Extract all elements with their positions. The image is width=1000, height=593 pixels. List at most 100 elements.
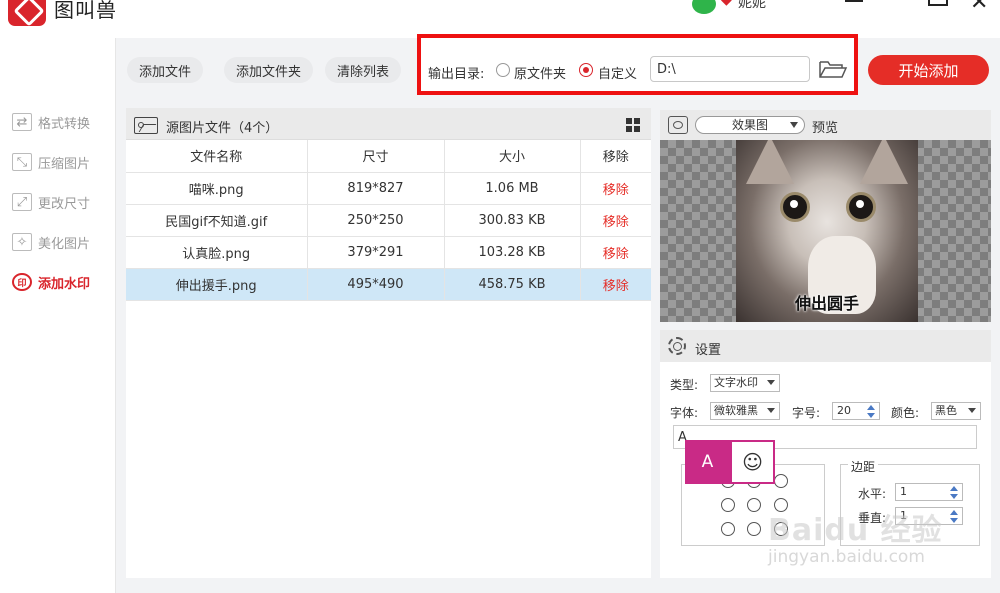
stepper-up-icon[interactable] xyxy=(867,405,875,410)
preview-header: 效果图 预览 xyxy=(660,110,991,140)
chevron-down-icon xyxy=(767,408,775,413)
font-value: 微软雅黑 xyxy=(714,404,758,417)
position-bottom-left[interactable] xyxy=(721,522,735,536)
horizontal-margin-label: 水平: xyxy=(858,487,887,501)
image-icon xyxy=(134,117,158,134)
gear-icon xyxy=(668,337,686,355)
swap-icon: ⇄ xyxy=(12,113,32,131)
text-mode-button[interactable]: A xyxy=(685,440,730,484)
color-select[interactable]: 黑色 xyxy=(931,402,981,420)
user-name[interactable]: 妮妮 xyxy=(738,0,766,12)
font-select[interactable]: 微软雅黑 xyxy=(710,402,780,420)
cat-ear xyxy=(860,140,908,184)
type-select[interactable]: 文字水印 xyxy=(710,374,780,392)
remove-button[interactable]: 移除 xyxy=(580,268,651,301)
type-label: 类型: xyxy=(670,378,699,392)
beautify-icon: ✧ xyxy=(12,233,32,251)
horizontal-margin-stepper[interactable]: 1 xyxy=(895,483,963,501)
text-emoji-picker: A ☺ xyxy=(685,440,775,484)
file-dimensions: 379*291 xyxy=(307,236,445,269)
table-row[interactable]: 喵咪.png 819*827 1.06 MB 移除 xyxy=(126,172,651,205)
sidebar-item-add-watermark[interactable]: 印 添加水印 xyxy=(12,271,90,293)
sidebar-item-resize[interactable]: ⤢ 更改尺寸 xyxy=(12,191,90,213)
file-dimensions: 819*827 xyxy=(307,172,445,205)
file-table: 文件名称 尺寸 大小 移除 喵咪.png 819*827 1.06 MB 移除 … xyxy=(126,140,651,301)
column-header-remove: 移除 xyxy=(580,140,651,173)
file-size: 1.06 MB xyxy=(444,172,581,205)
user-avatar[interactable] xyxy=(692,0,716,14)
chevron-down-icon xyxy=(790,122,798,128)
table-header-row: 文件名称 尺寸 大小 移除 xyxy=(126,140,651,173)
sidebar-item-compress[interactable]: ⤡ 压缩图片 xyxy=(12,151,90,173)
table-row[interactable]: 民国gif不知道.gif 250*250 300.83 KB 移除 xyxy=(126,204,651,237)
font-label: 字体: xyxy=(670,406,699,420)
table-row[interactable]: 认真脸.png 379*291 103.28 KB 移除 xyxy=(126,236,651,269)
remove-button[interactable]: 移除 xyxy=(580,204,651,237)
column-header-size[interactable]: 大小 xyxy=(444,140,581,173)
stepper-down-icon[interactable] xyxy=(950,494,958,499)
color-label: 颜色: xyxy=(891,406,920,420)
preview-panel: 效果图 预览 伸出圆手 xyxy=(660,110,991,322)
settings-header: 设置 xyxy=(660,330,991,362)
compress-icon: ⤡ xyxy=(12,153,32,171)
resize-icon: ⤢ xyxy=(12,193,32,211)
position-top-right[interactable] xyxy=(774,474,788,488)
position-middle-left[interactable] xyxy=(721,498,735,512)
font-size-stepper[interactable]: 20 xyxy=(832,402,880,420)
sidebar-item-format-convert[interactable]: ⇄ 格式转换 xyxy=(12,111,90,133)
remove-button[interactable]: 移除 xyxy=(580,236,651,269)
file-list-header: 源图片文件（4个） xyxy=(126,108,651,140)
file-dimensions: 250*250 xyxy=(307,204,445,237)
transparent-background: 伸出圆手 xyxy=(660,140,991,322)
stepper-down-icon[interactable] xyxy=(867,413,875,418)
file-name: 民国gif不知道.gif xyxy=(126,204,308,237)
radio-custom-folder-label[interactable]: 自定义 xyxy=(598,63,637,82)
file-size: 458.75 KB xyxy=(444,268,581,301)
stamp-icon: 印 xyxy=(12,273,32,291)
remove-button[interactable]: 移除 xyxy=(580,172,651,205)
output-directory-label: 输出目录: xyxy=(428,67,485,82)
output-path-input[interactable] xyxy=(650,56,810,82)
title-bar: 图叫兽 ◆ 妮妮 ✕ xyxy=(0,0,1000,38)
vip-diamond-icon: ◆ xyxy=(721,0,732,8)
eye-icon xyxy=(668,116,688,134)
stepper-up-icon[interactable] xyxy=(950,486,958,491)
sidebar-item-beautify[interactable]: ✧ 美化图片 xyxy=(12,231,90,253)
grid-view-icon[interactable] xyxy=(626,118,640,132)
settings-title: 设置 xyxy=(695,343,722,358)
color-value: 黑色 xyxy=(935,404,957,417)
maximize-icon[interactable] xyxy=(928,0,948,6)
radio-source-folder-label[interactable]: 原文件夹 xyxy=(514,63,566,82)
position-center[interactable] xyxy=(747,498,761,512)
font-size-label: 字号: xyxy=(792,406,821,420)
margin-title: 边距 xyxy=(848,458,879,475)
position-bottom-center[interactable] xyxy=(747,522,761,536)
radio-source-folder[interactable] xyxy=(496,63,510,77)
preview-label: 预览 xyxy=(812,121,839,136)
stepper-down-icon[interactable] xyxy=(950,518,958,523)
horizontal-margin-value: 1 xyxy=(900,485,907,498)
add-file-button[interactable]: 添加文件 xyxy=(127,57,204,83)
preview-mode-select[interactable]: 效果图 xyxy=(695,116,805,134)
chevron-down-icon xyxy=(968,408,976,413)
sidebar-item-label: 添加水印 xyxy=(38,276,91,292)
column-header-name[interactable]: 文件名称 xyxy=(126,140,308,173)
clear-list-button[interactable]: 清除列表 xyxy=(325,57,402,83)
file-name: 认真脸.png xyxy=(126,236,308,269)
preview-mode-value: 效果图 xyxy=(732,118,769,132)
table-row-selected[interactable]: 伸出援手.png 495*490 458.75 KB 移除 xyxy=(126,268,651,301)
radio-custom-folder[interactable] xyxy=(579,63,593,77)
close-icon[interactable]: ✕ xyxy=(970,0,988,15)
start-add-button[interactable]: 开始添加 xyxy=(868,55,989,85)
file-list-panel: 源图片文件（4个） 文件名称 尺寸 大小 移除 喵咪.png 819*827 1… xyxy=(126,108,651,578)
stepper-up-icon[interactable] xyxy=(950,510,958,515)
file-name: 喵咪.png xyxy=(126,172,308,205)
baidu-watermark: Baidu 经验 xyxy=(768,513,943,548)
sidebar-item-label: 更改尺寸 xyxy=(38,196,91,212)
file-dimensions: 495*490 xyxy=(307,268,445,301)
column-header-dimensions[interactable]: 尺寸 xyxy=(307,140,445,173)
folder-open-icon[interactable] xyxy=(818,58,848,80)
minimize-icon[interactable] xyxy=(845,0,863,2)
emoji-icon[interactable]: ☺ xyxy=(730,440,775,484)
add-folder-button[interactable]: 添加文件夹 xyxy=(224,57,314,83)
